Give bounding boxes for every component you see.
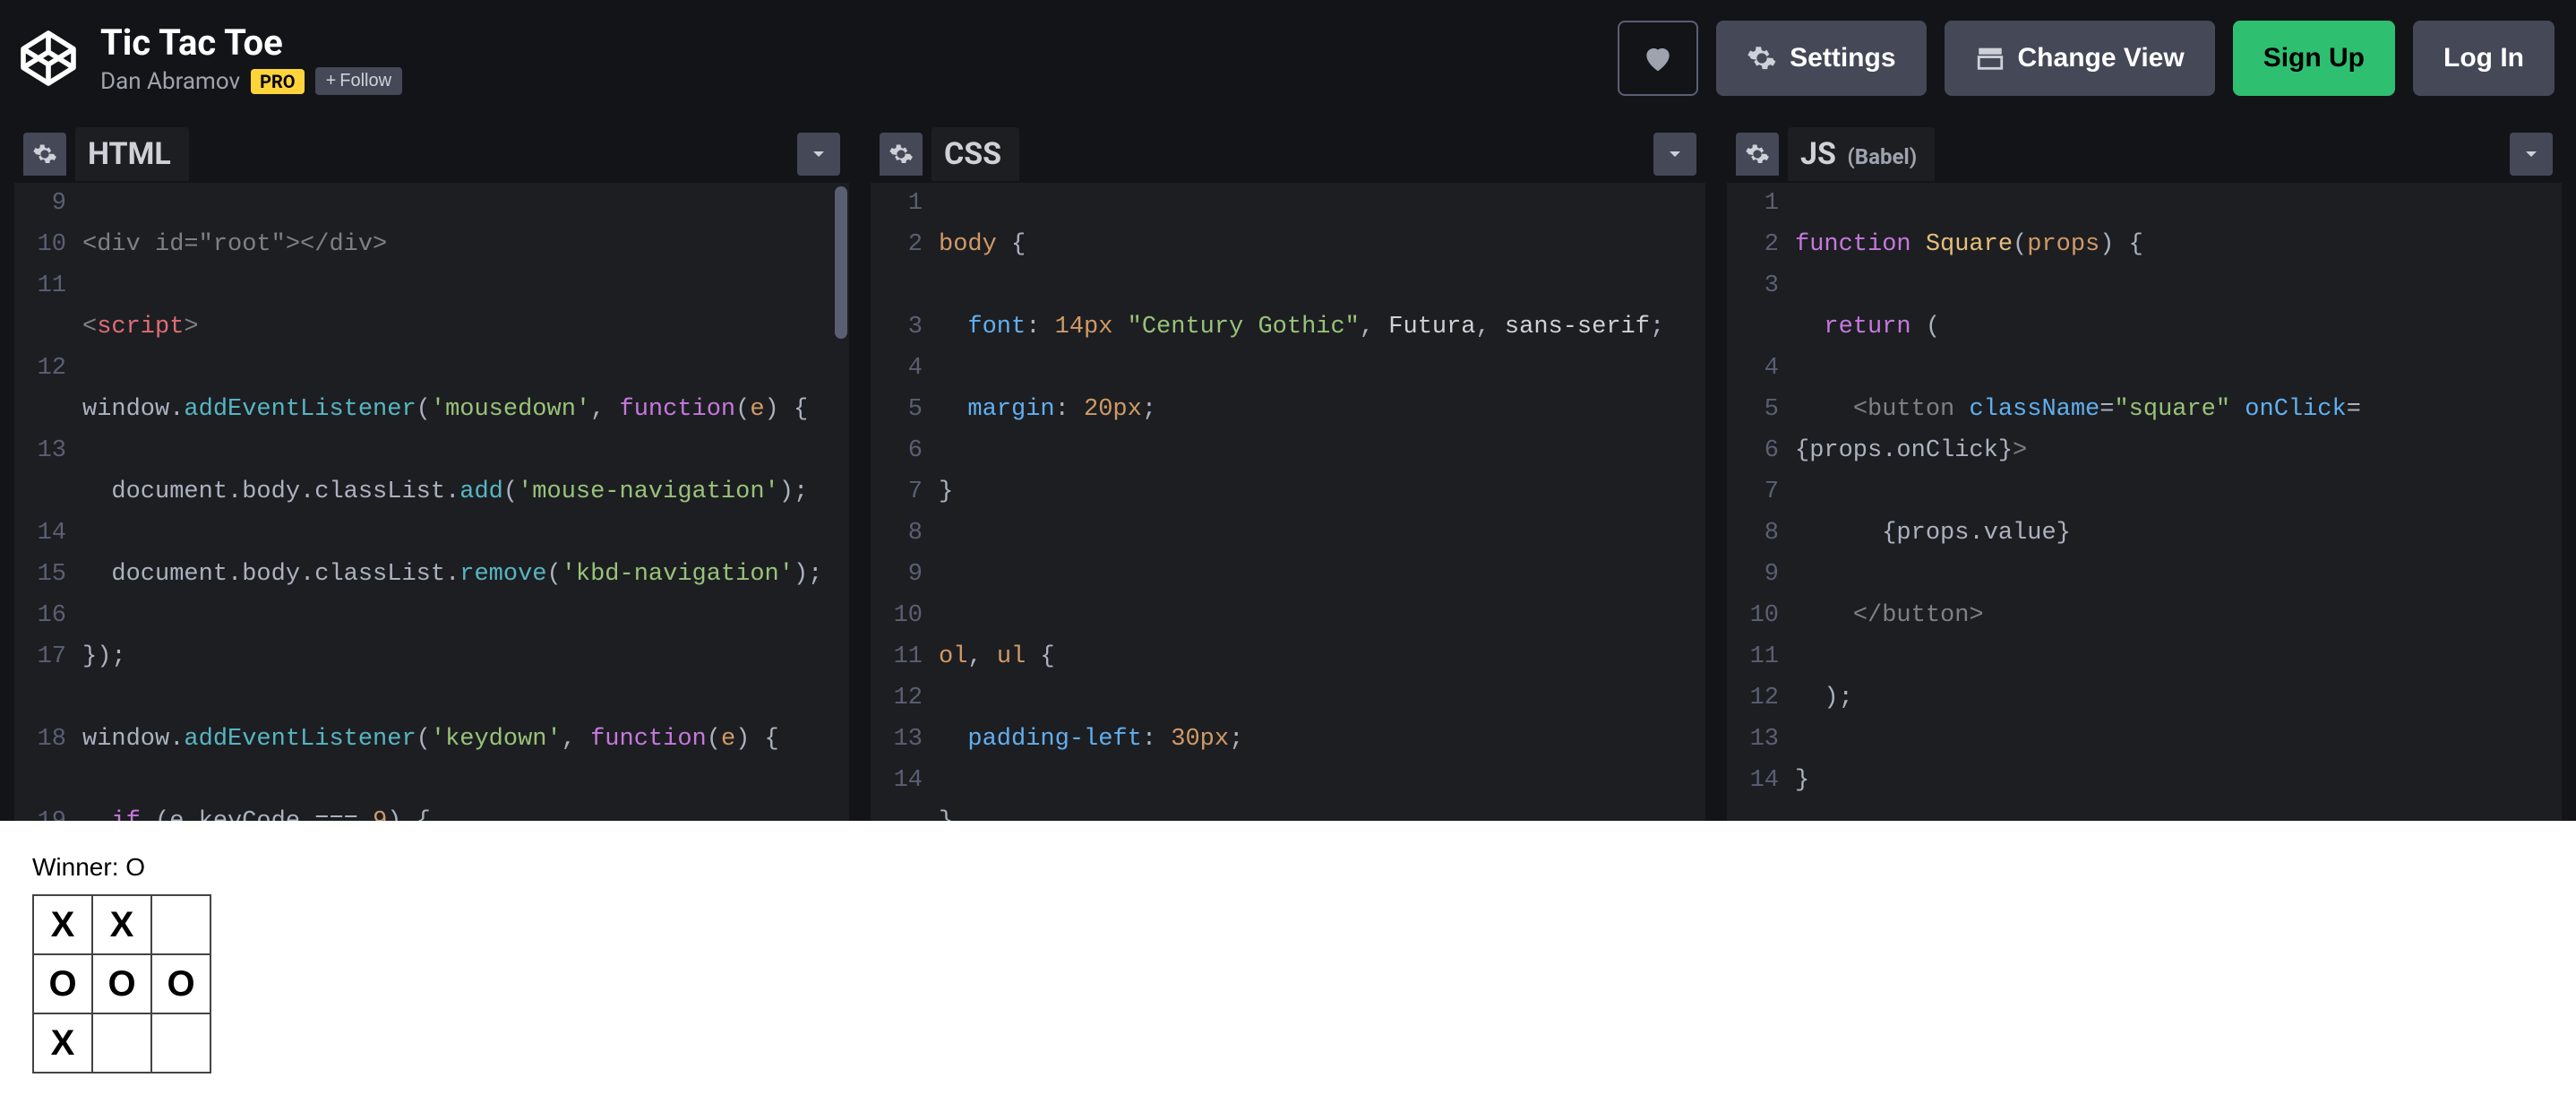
gear-icon — [1747, 43, 1777, 73]
change-view-label: Change View — [2018, 43, 2185, 73]
log-in-button[interactable]: Log In — [2413, 21, 2555, 96]
game-board: X X O O O X — [32, 894, 2576, 1072]
layout-icon — [1975, 43, 2005, 73]
editors-row: HTML 91011 12 13 14 151617 18 19 <div id… — [0, 116, 2576, 821]
square[interactable]: X — [32, 1013, 93, 1073]
gear-icon — [889, 142, 914, 167]
gear-icon — [1745, 142, 1770, 167]
pen-title[interactable]: Tic Tac Toe — [100, 22, 402, 64]
log-in-label: Log In — [2443, 43, 2524, 73]
game-status: Winner: O — [32, 853, 2576, 882]
settings-label: Settings — [1790, 43, 1895, 73]
js-label-text: JS — [1800, 136, 1836, 172]
board-row: X — [32, 1013, 2576, 1072]
change-view-button[interactable]: Change View — [1945, 21, 2215, 96]
gear-icon — [32, 142, 57, 167]
chevron-down-icon — [808, 143, 829, 165]
top-bar: Tic Tac Toe Dan Abramov PRO + Follow Set… — [0, 0, 2576, 116]
html-editor[interactable]: 91011 12 13 14 151617 18 19 <div id="roo… — [14, 183, 849, 821]
follow-label: Follow — [339, 71, 391, 91]
board-row: X X — [32, 894, 2576, 953]
square[interactable] — [150, 1013, 211, 1073]
like-button[interactable] — [1618, 21, 1698, 96]
heart-icon — [1641, 41, 1675, 75]
follow-button[interactable]: + Follow — [315, 67, 402, 95]
square[interactable] — [150, 894, 211, 955]
chevron-down-icon — [2520, 143, 2542, 165]
js-sub-label: (Babel) — [1847, 144, 1917, 169]
js-panel: JS (Babel) 123 4 5678 9101112 1314 funct… — [1727, 125, 2562, 821]
css-panel-menu-button[interactable] — [1653, 133, 1696, 176]
html-panel-menu-button[interactable] — [797, 133, 840, 176]
pro-badge: PRO — [251, 69, 305, 94]
css-settings-button[interactable] — [880, 133, 923, 176]
square[interactable]: O — [150, 953, 211, 1014]
square[interactable]: X — [32, 894, 93, 955]
plus-icon: + — [326, 71, 337, 91]
html-panel-label: HTML — [75, 127, 189, 181]
css-editor[interactable]: 12 34 5678 9101112 1314 body { font: 14p… — [871, 183, 1705, 821]
chevron-down-icon — [1664, 143, 1686, 165]
css-panel: CSS 12 34 5678 9101112 1314 body { font:… — [871, 125, 1705, 821]
sign-up-label: Sign Up — [2263, 43, 2365, 73]
square[interactable]: X — [91, 894, 152, 955]
html-settings-button[interactable] — [23, 133, 66, 176]
js-panel-label: JS (Babel) — [1788, 127, 1935, 181]
author-name[interactable]: Dan Abramov — [100, 68, 240, 95]
html-panel: HTML 91011 12 13 14 151617 18 19 <div id… — [14, 125, 849, 821]
js-settings-button[interactable] — [1736, 133, 1779, 176]
square[interactable] — [91, 1013, 152, 1073]
square[interactable]: O — [91, 953, 152, 1014]
js-editor[interactable]: 123 4 5678 9101112 1314 function Square(… — [1727, 183, 2562, 821]
square[interactable]: O — [32, 953, 93, 1014]
sign-up-button[interactable]: Sign Up — [2233, 21, 2395, 96]
board-row: O O O — [32, 953, 2576, 1013]
result-pane: Winner: O X X O O O X — [0, 821, 2576, 1095]
js-panel-menu-button[interactable] — [2510, 133, 2553, 176]
codepen-logo[interactable] — [14, 24, 82, 92]
css-panel-label: CSS — [932, 127, 1019, 181]
settings-button[interactable]: Settings — [1716, 21, 1926, 96]
